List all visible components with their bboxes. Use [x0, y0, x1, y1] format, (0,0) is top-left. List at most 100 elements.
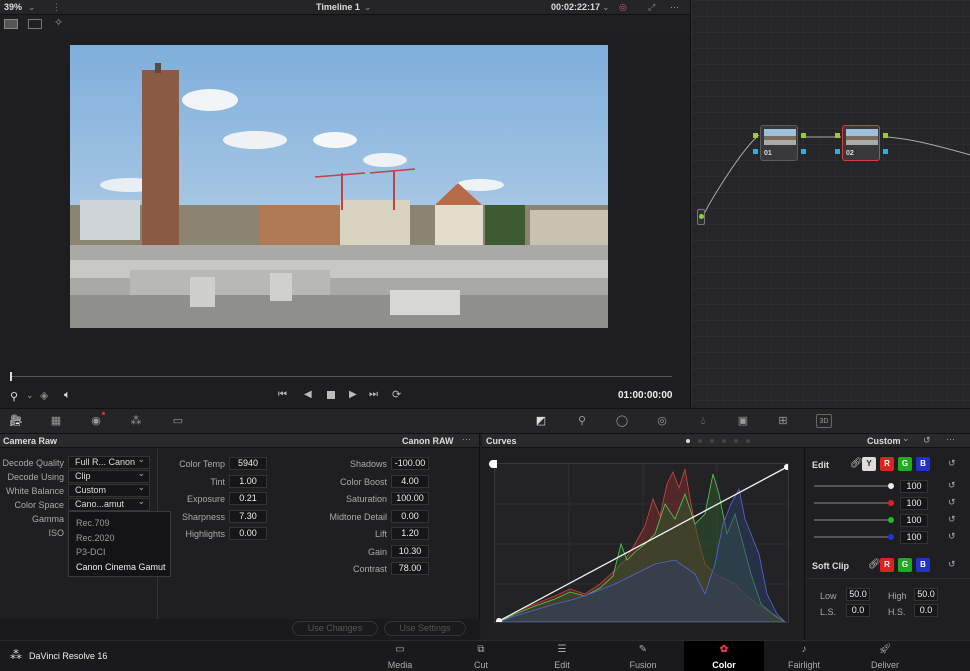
- eyedropper-icon[interactable]: ⚲: [10, 390, 18, 403]
- link-icon[interactable]: 🔗︎: [868, 559, 881, 570]
- dropdown-option-selected[interactable]: Canon Cinema Gamut: [76, 562, 166, 572]
- page-deliver[interactable]: 🚀︎ Deliver: [845, 641, 925, 671]
- expand-icon[interactable]: ⤢: [648, 2, 655, 13]
- scrubber-track[interactable]: [10, 376, 672, 377]
- high-value[interactable]: 50.0: [914, 588, 938, 601]
- raw-mode-label[interactable]: Canon RAW: [402, 436, 454, 446]
- raw-param-value[interactable]: 0.00: [229, 527, 267, 540]
- use-settings-button[interactable]: Use Settings: [384, 621, 466, 636]
- y-slider[interactable]: [814, 483, 894, 489]
- node-input[interactable]: [697, 209, 705, 225]
- timeline-chevron-icon[interactable]: ⌄: [364, 2, 372, 13]
- raw-param-select[interactable]: Cano...amut: [68, 496, 150, 511]
- page-dot[interactable]: [686, 439, 690, 443]
- curve-handle[interactable]: [489, 460, 497, 468]
- color-wheels-icon[interactable]: ◉: [88, 414, 104, 428]
- playhead[interactable]: [10, 372, 12, 381]
- reset-icon[interactable]: ↺: [948, 497, 956, 508]
- page-dot[interactable]: [746, 439, 750, 443]
- raw-param-value[interactable]: 4.00: [391, 474, 429, 488]
- raw-param-value[interactable]: 1.00: [229, 474, 267, 488]
- g-channel-button[interactable]: G: [898, 457, 912, 471]
- reset-icon[interactable]: ↺: [948, 531, 956, 542]
- more-icon[interactable]: ⋮: [52, 2, 61, 13]
- raw-param-value[interactable]: 1.20: [391, 527, 429, 540]
- node-rgb-input[interactable]: [835, 133, 840, 138]
- color-match-icon[interactable]: ▦: [48, 414, 64, 428]
- page-fusion[interactable]: ✎ Fusion: [603, 641, 683, 671]
- gallery-icon[interactable]: [28, 19, 42, 29]
- stop-icon[interactable]: [327, 391, 335, 399]
- r-channel-button[interactable]: R: [880, 558, 894, 572]
- page-fairlight[interactable]: ♪ Fairlight: [764, 641, 844, 671]
- y-value[interactable]: 100: [900, 480, 928, 493]
- node-02[interactable]: 02: [842, 125, 880, 161]
- single-viewer-icon[interactable]: [4, 19, 18, 29]
- node-key-input[interactable]: [753, 149, 758, 154]
- page-dot[interactable]: [734, 439, 738, 443]
- b-value[interactable]: 100: [900, 531, 928, 544]
- timeline-name[interactable]: Timeline 1: [316, 2, 360, 12]
- curves-icon[interactable]: ◩: [533, 414, 549, 428]
- hs-value[interactable]: 0.0: [914, 604, 938, 617]
- node-key-output[interactable]: [801, 149, 806, 154]
- qualifier-icon[interactable]: ⚲: [574, 414, 590, 428]
- sizing-icon[interactable]: ⊞: [775, 414, 791, 428]
- raw-param-value[interactable]: 7.30: [229, 509, 267, 523]
- node-01[interactable]: 01: [760, 125, 798, 161]
- options-icon[interactable]: ···: [946, 434, 955, 444]
- play-reverse-icon[interactable]: ◀: [304, 389, 312, 400]
- reset-icon[interactable]: ↺: [948, 458, 956, 469]
- reset-icon[interactable]: ↺: [948, 480, 956, 491]
- g-slider[interactable]: [814, 517, 894, 523]
- reset-icon[interactable]: ↺: [948, 514, 956, 525]
- page-edit[interactable]: ☰ Edit: [522, 641, 602, 671]
- eyedropper-chevron-icon[interactable]: ⌄: [26, 390, 34, 401]
- reset-icon[interactable]: ↺: [923, 435, 931, 446]
- ls-value[interactable]: 0.0: [846, 604, 870, 617]
- b-slider[interactable]: [814, 534, 894, 540]
- reset-icon[interactable]: ↺: [948, 559, 956, 570]
- page-cut[interactable]: ⧉ Cut: [441, 641, 521, 671]
- chevron-down-icon[interactable]: ⌄: [28, 2, 36, 13]
- dropdown-option[interactable]: P3-DCI: [76, 547, 106, 557]
- page-media[interactable]: ▭ Media: [360, 641, 440, 671]
- node-rgb-output[interactable]: [883, 133, 888, 138]
- y-channel-button[interactable]: Y: [862, 457, 876, 471]
- go-to-end-icon[interactable]: ⏭︎: [369, 389, 378, 400]
- camera-raw-icon[interactable]: 🎥︎: [8, 414, 24, 428]
- options-icon[interactable]: ···: [462, 434, 471, 444]
- raw-param-value[interactable]: 5940: [229, 457, 267, 470]
- window-icon[interactable]: ◯: [614, 414, 630, 428]
- r-slider[interactable]: [814, 500, 894, 506]
- page-dot[interactable]: [698, 439, 702, 443]
- r-value[interactable]: 100: [900, 497, 928, 510]
- rgb-mixer-icon[interactable]: ⁂: [128, 414, 144, 428]
- tc-chevron-icon[interactable]: ⌄: [602, 2, 610, 13]
- curves-graph[interactable]: [494, 463, 789, 623]
- raw-param-value[interactable]: 10.30: [391, 544, 429, 558]
- raw-param-value[interactable]: 0.21: [229, 492, 267, 505]
- options-icon[interactable]: ···: [670, 2, 679, 12]
- magic-wand-icon[interactable]: ✧: [54, 16, 63, 29]
- raw-param-value[interactable]: -100.00: [391, 457, 429, 470]
- page-color[interactable]: ✿ Color: [684, 641, 764, 671]
- dropdown-option[interactable]: Rec.709: [76, 518, 110, 528]
- node-editor[interactable]: 01 02: [690, 0, 970, 408]
- zoom-select[interactable]: 39%: [4, 2, 22, 12]
- speaker-icon[interactable]: 🔈︎: [64, 389, 71, 402]
- node-key-output[interactable]: [883, 149, 888, 154]
- node-rgb-output[interactable]: [801, 133, 806, 138]
- raw-param-value[interactable]: 78.00: [391, 562, 429, 575]
- g-value[interactable]: 100: [900, 514, 928, 527]
- go-to-start-icon[interactable]: ⏮︎: [278, 389, 287, 400]
- color-space-dropdown[interactable]: Rec.709 Rec.2020 P3-DCI Canon Cinema Gam…: [68, 511, 171, 577]
- node-rgb-input[interactable]: [753, 133, 758, 138]
- 3d-icon[interactable]: 3D: [816, 414, 832, 428]
- blur-icon[interactable]: 💧︎: [695, 414, 711, 428]
- tracker-icon[interactable]: ◎: [654, 414, 670, 428]
- curves-preset[interactable]: Custom: [867, 436, 901, 446]
- page-dot[interactable]: [722, 439, 726, 443]
- page-dot[interactable]: [710, 439, 714, 443]
- layers-icon[interactable]: ◈: [40, 389, 48, 402]
